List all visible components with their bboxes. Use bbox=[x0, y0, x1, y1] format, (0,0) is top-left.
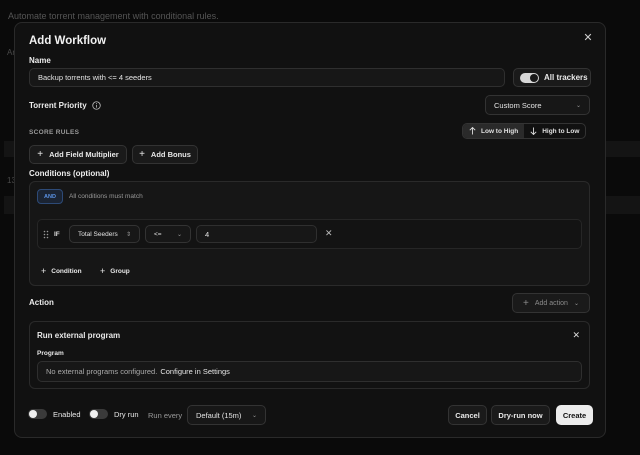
priority-select-value: Custom Score bbox=[494, 100, 542, 110]
add-workflow-dialog: Add Workflow ✕ Name Backup torrents with… bbox=[14, 22, 606, 438]
close-icon[interactable]: ✕ bbox=[572, 330, 580, 341]
configure-settings-link[interactable]: Configure in Settings bbox=[160, 367, 230, 376]
arrow-up-icon bbox=[469, 127, 476, 135]
dry-run-toggle[interactable] bbox=[89, 409, 108, 419]
cancel-button[interactable]: Cancel bbox=[448, 405, 487, 425]
add-bonus-button[interactable]: + Add Bonus bbox=[132, 145, 198, 164]
run-every-select[interactable]: Default (15m) ⌄ bbox=[187, 405, 266, 425]
info-icon[interactable] bbox=[91, 101, 101, 110]
sort-high-to-low-label: High to Low bbox=[542, 127, 580, 135]
add-field-multiplier-label: Add Field Multiplier bbox=[49, 150, 119, 159]
remove-condition-icon[interactable]: ✕ bbox=[325, 228, 333, 239]
dry-run-label: Dry run bbox=[114, 409, 139, 419]
name-label: Name bbox=[29, 56, 51, 65]
operator-select[interactable]: <= ⌄ bbox=[145, 225, 191, 243]
field-select[interactable]: Total Seeders ⇕ bbox=[69, 225, 140, 243]
conditions-label: Conditions (optional) bbox=[29, 169, 110, 178]
background-row bbox=[606, 141, 640, 157]
sort-low-to-high-label: Low to High bbox=[481, 127, 519, 135]
add-field-multiplier-button[interactable]: + Add Field Multiplier bbox=[29, 145, 127, 164]
dry-run-now-button[interactable]: Dry-run now bbox=[491, 405, 550, 425]
sort-low-to-high[interactable]: Low to High bbox=[463, 124, 525, 138]
background-row bbox=[606, 196, 640, 214]
add-group-button[interactable]: + Group bbox=[100, 266, 130, 276]
add-condition-button[interactable]: + Condition bbox=[41, 266, 82, 276]
dialog-title: Add Workflow bbox=[29, 35, 107, 47]
close-icon[interactable]: ✕ bbox=[581, 31, 595, 45]
add-condition-label: Condition bbox=[51, 267, 82, 275]
page-subtitle: Automate torrent management with conditi… bbox=[8, 11, 219, 21]
add-action-label: Add action bbox=[534, 299, 568, 307]
chevron-down-icon: ⌄ bbox=[573, 300, 579, 307]
sort-high-to-low[interactable]: High to Low bbox=[524, 124, 585, 138]
action-label: Action bbox=[29, 298, 54, 307]
program-label: Program bbox=[37, 350, 64, 357]
arrow-down-icon bbox=[530, 127, 537, 135]
enabled-label: Enabled bbox=[53, 409, 81, 419]
background-row bbox=[4, 141, 14, 157]
plus-icon: + bbox=[41, 266, 47, 276]
run-every-select-value: Default (15m) bbox=[196, 410, 242, 420]
add-group-label: Group bbox=[110, 267, 130, 275]
chevron-down-icon: ⌄ bbox=[176, 231, 182, 238]
plus-icon: + bbox=[523, 297, 529, 309]
add-action-button[interactable]: + Add action ⌄ bbox=[512, 293, 590, 313]
field-select-value: Total Seeders bbox=[78, 230, 118, 238]
chevron-down-icon: ⌄ bbox=[575, 102, 581, 109]
chevron-down-icon: ⌄ bbox=[251, 412, 257, 419]
torrent-priority-row: Torrent Priority bbox=[29, 101, 101, 110]
no-programs-text: No external programs configured. bbox=[46, 367, 158, 376]
program-field: No external programs configured. Configu… bbox=[37, 361, 582, 382]
operator-select-value: <= bbox=[154, 230, 162, 238]
plus-icon: + bbox=[100, 266, 106, 276]
plus-icon: + bbox=[37, 149, 44, 160]
all-trackers-toggle-button[interactable]: All trackers bbox=[513, 68, 591, 87]
all-trackers-toggle[interactable] bbox=[520, 72, 539, 83]
enabled-toggle[interactable] bbox=[28, 409, 47, 419]
background-row bbox=[4, 196, 14, 214]
create-button[interactable]: Create bbox=[556, 405, 593, 425]
plus-icon: + bbox=[139, 149, 145, 160]
drag-handle-icon[interactable] bbox=[43, 230, 49, 239]
if-label: IF bbox=[54, 231, 60, 238]
condition-value-input[interactable]: 4 bbox=[196, 225, 317, 243]
and-badge[interactable]: AND bbox=[37, 189, 63, 204]
torrent-priority-label: Torrent Priority bbox=[29, 101, 87, 110]
score-rules-label: SCORE RULES bbox=[29, 129, 80, 136]
run-program-title: Run external program bbox=[37, 331, 121, 340]
dry-run-toggle-row[interactable]: Dry run bbox=[89, 409, 139, 419]
priority-select[interactable]: Custom Score ⌄ bbox=[485, 95, 590, 115]
name-input[interactable]: Backup torrents with <= 4 seeders bbox=[29, 68, 505, 87]
run-every-label: Run every bbox=[148, 411, 183, 420]
enabled-toggle-row[interactable]: Enabled bbox=[28, 409, 81, 419]
all-trackers-label: All trackers bbox=[544, 73, 588, 82]
sort-direction-segment: Low to High High to Low bbox=[462, 123, 587, 139]
chevron-updown-icon: ⇕ bbox=[125, 231, 131, 238]
add-bonus-label: Add Bonus bbox=[150, 150, 191, 159]
conditions-panel: AND All conditions must match IF Total S… bbox=[29, 181, 590, 286]
all-conditions-text: All conditions must match bbox=[69, 193, 143, 200]
run-external-program-panel: Run external program ✕ Program No extern… bbox=[29, 321, 590, 389]
condition-row: IF Total Seeders ⇕ <= ⌄ 4 ✕ bbox=[37, 219, 582, 249]
